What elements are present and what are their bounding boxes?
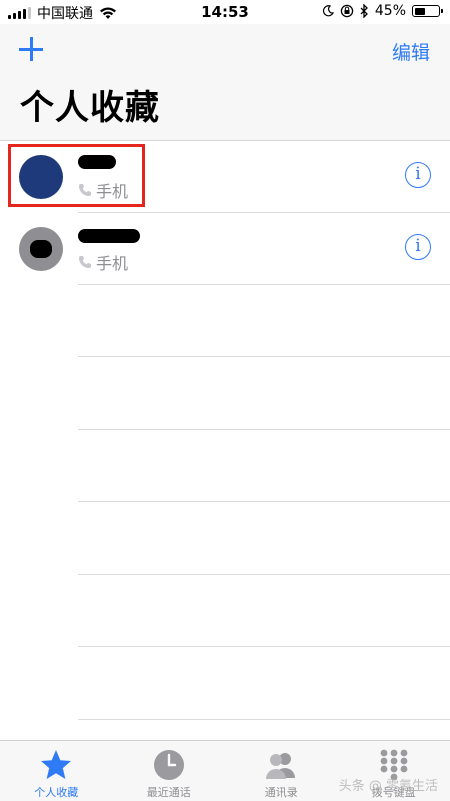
star-icon — [39, 748, 73, 782]
status-icons: 45% — [322, 3, 440, 19]
watermark: 头条 @ 零氪生活 — [339, 775, 438, 794]
tab-label: 个人收藏 — [0, 784, 113, 800]
tab-label: 最近通话 — [113, 784, 226, 800]
info-button[interactable]: i — [405, 162, 431, 188]
contact-subline: 手机 — [78, 250, 128, 274]
contact-type-label: 手机 — [96, 250, 128, 274]
empty-separator — [78, 646, 450, 647]
battery-percent: 45% — [375, 3, 406, 19]
empty-separator — [78, 501, 450, 502]
favorite-row[interactable]: 手机 i — [0, 213, 450, 285]
bluetooth-icon — [360, 4, 369, 18]
tab-favorites[interactable]: 个人收藏 — [0, 741, 113, 801]
highlight-box — [8, 144, 145, 207]
moon-icon — [322, 5, 334, 17]
tab-recents[interactable]: 最近通话 — [113, 741, 226, 801]
tab-contacts[interactable]: 通讯录 — [225, 741, 338, 801]
contact-name-redacted — [78, 229, 140, 243]
avatar — [19, 227, 63, 271]
info-button[interactable]: i — [405, 234, 431, 260]
status-bar: 中国联通 14:53 45% — [0, 0, 450, 24]
empty-separator — [78, 429, 450, 430]
phone-icon — [78, 255, 92, 269]
clock-icon — [152, 748, 186, 782]
contacts-icon — [264, 748, 298, 782]
empty-separator — [78, 356, 450, 357]
edit-button[interactable]: 编辑 — [392, 38, 430, 65]
nav-header: 编辑 个人收藏 — [0, 24, 450, 141]
empty-separator — [78, 719, 450, 720]
add-favorite-button[interactable] — [18, 36, 44, 62]
empty-separator — [78, 574, 450, 575]
page-title: 个人收藏 — [20, 80, 160, 129]
rotation-lock-icon — [340, 4, 354, 18]
battery-icon — [412, 5, 440, 17]
tab-label: 通讯录 — [225, 784, 338, 800]
